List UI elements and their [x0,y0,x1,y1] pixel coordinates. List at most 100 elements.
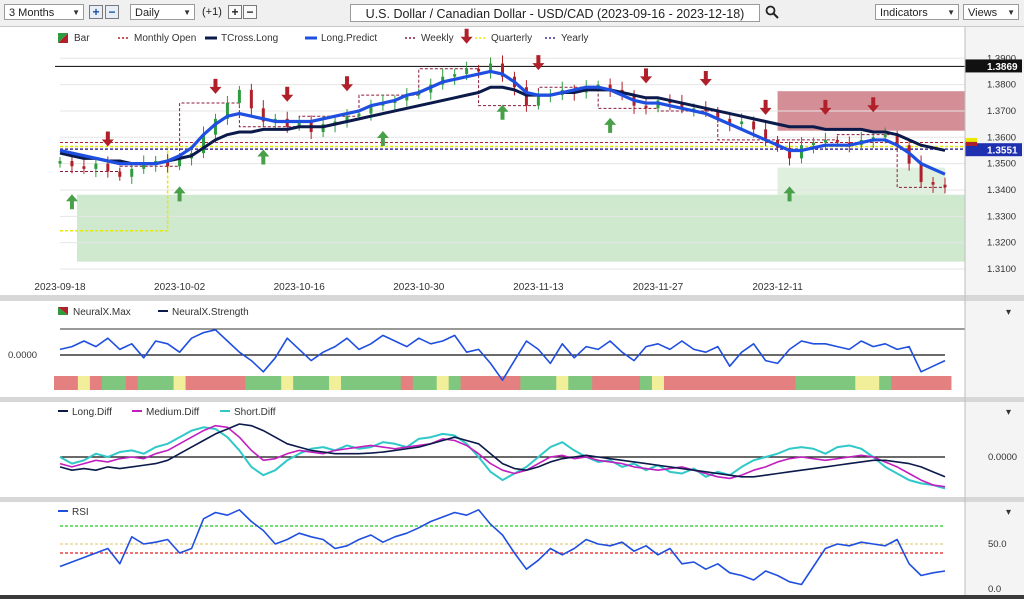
level-tag [965,141,977,146]
rsi-tick-label: 50.0 [988,539,1007,550]
date-tick-label: 2023-10-16 [274,282,326,293]
neuralx-max-cell [54,376,67,390]
neuralx-max-cell [843,376,856,390]
status-bar [0,595,1024,599]
neuralx-max-cell [412,376,426,390]
price-bar [106,163,110,172]
legend-label: Medium.Diff [146,407,199,418]
legend-label: Short.Diff [234,407,276,418]
zoom-out-button[interactable]: − [105,5,119,19]
period-value: 3 Months [9,7,55,19]
price-bar [823,139,827,143]
neuralx-max-cell [711,376,725,390]
neuralx-max-cell [125,376,139,390]
price-bar [237,89,241,104]
panel-menu-icon: ▾ [1006,507,1011,518]
neuralx-max-cell [556,376,569,390]
neuralx-max-cell [867,376,880,390]
offset-plus-button[interactable]: + [228,5,242,19]
neuralx-max-cell [735,376,749,390]
neuralx-max-cell [281,376,294,390]
price-bar [752,121,756,130]
zero-tick-label: 0.0000 [988,452,1017,463]
offset-minus-button[interactable]: − [243,5,257,19]
indicators-select[interactable]: Indicators ▼ [875,4,959,20]
neuralx-max-cell [269,376,282,390]
views-label: Views [968,7,998,19]
interval-select[interactable]: Daily ▼ [130,4,195,20]
neuralx-max-cell [520,376,533,390]
search-icon[interactable] [765,5,779,19]
price-bar [118,171,122,177]
neuralx-max-cell [460,376,474,390]
neuralx-max-cell [317,376,330,390]
date-tick-label: 2023-09-18 [34,282,86,293]
neuralx-max-cell [628,376,641,390]
neuralx-max-cell [604,376,617,390]
price-tick-label: 1.3600 [987,132,1016,143]
chart-area: 1.3900 1.3800 1.3700 1.3600 1.3500 1.3400 1.33… [0,27,1024,595]
views-select[interactable]: Views ▼ [963,4,1019,20]
legend-label: TCross.Long [221,33,278,44]
price-tick-label: 1.3800 [987,80,1016,91]
neuralx-max-cell [472,376,486,390]
neuralx-max-cell [101,376,115,390]
date-tick-label: 2023-11-13 [513,282,564,293]
panel-splitter [0,497,1024,502]
neuralx-max-cell [544,376,557,390]
neuralx-max-cell [795,376,808,390]
price-bar [70,161,74,167]
price-bar [919,163,923,183]
interval-value: Daily [135,7,160,19]
level-tag [965,137,977,142]
neuralx-max-cell [329,376,342,390]
neuralx-max-cell [508,376,521,390]
neuralx-max-cell [496,376,509,390]
neuralx-max-cell [149,376,163,390]
price-tag-resistance: 1.3869 [987,62,1018,73]
neuralx-max-cell [903,376,916,390]
neuralx-max-cell [245,376,258,390]
price-bar [835,139,839,143]
neuralx-max-cell [891,376,904,390]
neuralx-max-cell [484,376,497,390]
neuralx-max-cell [352,376,366,390]
price-bar [740,121,744,125]
zoom-in-button[interactable]: + [89,5,103,19]
neuralx-max-cell [699,376,713,390]
price-bar [357,113,361,117]
neuralx-max-cell [747,376,761,390]
legend-label: RSI [72,507,89,518]
neuralx-max-cell [927,376,940,390]
price-bar [130,168,134,177]
indicators-label: Indicators [880,7,928,19]
neuralx-max-cell [173,376,187,390]
neuralx-max-cell [400,376,414,390]
price-bar [249,89,253,109]
neuralx-max-cell [364,376,378,390]
rsi-tick-label: 0.0 [988,584,1001,595]
neuralx-max-cell [783,376,796,390]
neuralx-max-cell [376,376,390,390]
neuralx-max-cell [675,376,689,390]
legend-label: Long.Predict [321,33,377,44]
neuralx-max-cell [771,376,785,390]
neuralx-max-cell [939,376,952,390]
date-tick-label: 2023-10-30 [393,282,445,293]
period-select[interactable]: 3 Months ▼ [4,4,84,20]
neuralx-max-cell [807,376,820,390]
neuralx-max-cell [831,376,844,390]
legend-label: NeuralX.Strength [172,307,249,318]
neuralx-max-cell [197,376,210,390]
panel-splitter [0,295,1024,301]
price-tick-label: 1.3700 [987,106,1016,117]
neuralx-max-cell [915,376,928,390]
price-tick-label: 1.3100 [987,264,1016,275]
symbol-title-field[interactable]: U.S. Dollar / Canadian Dollar - USD/CAD … [350,4,760,22]
price-tick-label: 1.3200 [987,238,1016,249]
price-bar [94,163,98,169]
neuralx-max-cell [161,376,175,390]
long-diff-line [59,423,946,478]
neuralx-max-cell [448,376,462,390]
neuralx-max-cell [855,376,868,390]
